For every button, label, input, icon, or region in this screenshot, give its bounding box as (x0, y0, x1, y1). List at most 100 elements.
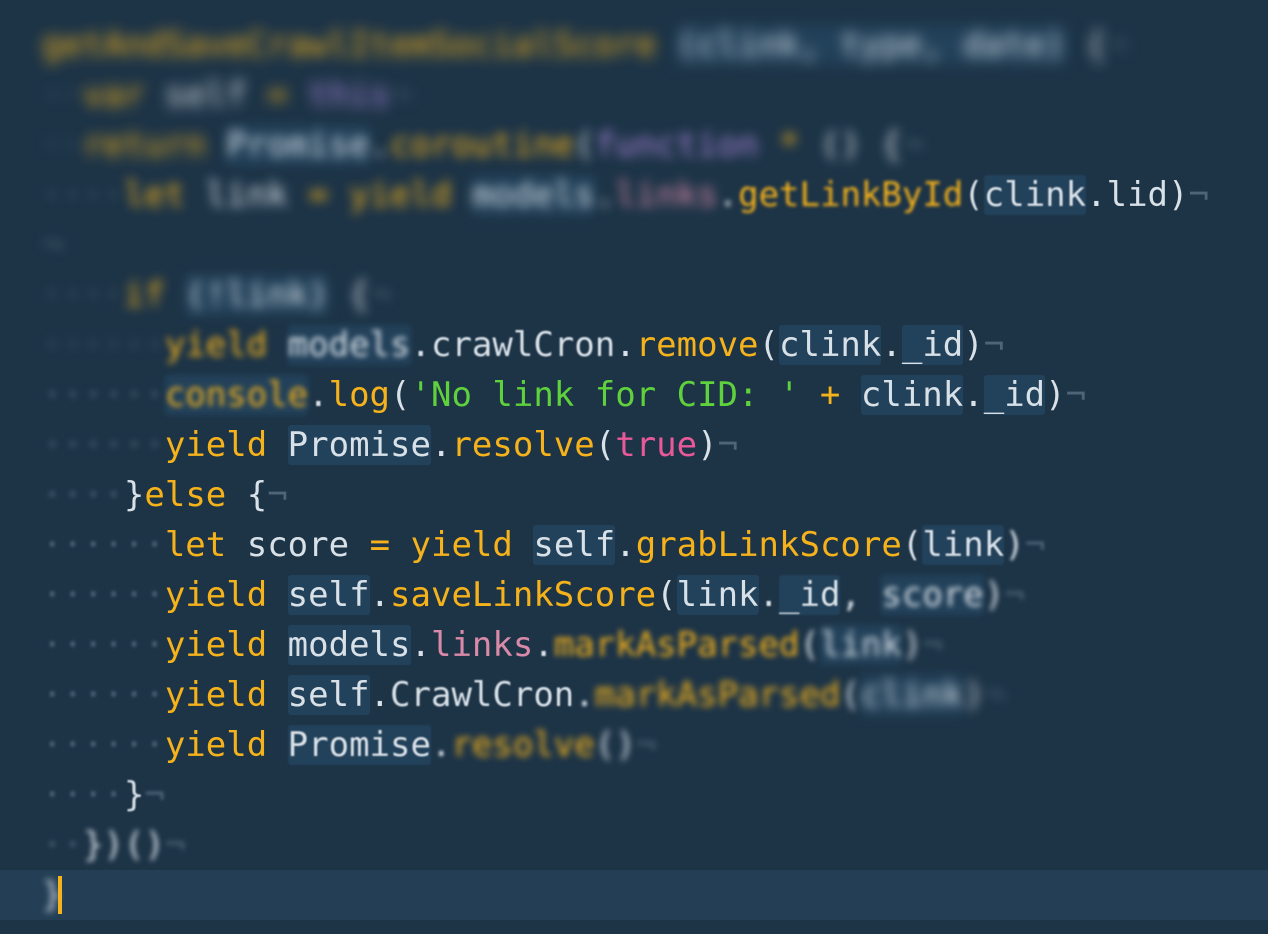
code-token: ( (840, 675, 861, 715)
code-line-text: ······yield models.links.markAsParsed(li… (42, 620, 943, 670)
code-line[interactable]: ··})()¬ (0, 820, 1268, 870)
code-line[interactable]: ······console.log('No link for CID: ' + … (0, 370, 1268, 420)
code-token: getLinkById (738, 175, 964, 215)
code-token: models (471, 175, 595, 215)
code-line[interactable]: ··return Promise.coroutine(function * ()… (0, 120, 1268, 170)
whitespace-marker: ···· (42, 275, 124, 315)
code-token: ( (574, 125, 595, 165)
code-token: let (164, 525, 227, 565)
code-token: ) (1004, 525, 1025, 565)
code-token: if (123, 275, 165, 315)
code-token: ) (1168, 175, 1189, 215)
whitespace-marker: ¬ (390, 75, 411, 115)
whitespace-marker: ·· (42, 825, 83, 865)
code-line[interactable]: ······yield models.links.markAsParsed(li… (0, 620, 1268, 670)
code-token: . (369, 675, 391, 715)
whitespace-marker: ¬ (983, 325, 1005, 365)
whitespace-marker: ······ (42, 525, 165, 565)
code-token: CrawlCron (390, 675, 575, 715)
code-line-current[interactable]: } (0, 870, 1268, 920)
code-editor[interactable]: getAndSaveCrawlItemSocialScore (clink, t… (0, 0, 1268, 934)
code-token: (clink, type, date) (676, 25, 1066, 65)
code-token: })() (82, 825, 165, 865)
code-line[interactable]: ····}¬ (0, 770, 1268, 820)
code-token: let (123, 175, 186, 215)
code-line[interactable]: ······let score = yield self.grabLinkSco… (0, 520, 1268, 570)
code-token: links (615, 175, 718, 215)
code-token: . (1086, 175, 1107, 215)
code-token: 'No link for CID: ' (410, 375, 800, 415)
whitespace-marker: ¬ (922, 625, 943, 665)
code-token: Promise (287, 725, 431, 765)
whitespace-marker: ¬ (983, 675, 1005, 715)
code-line[interactable]: ····}else {¬ (0, 470, 1268, 520)
code-line-text: ······yield Promise.resolve()¬ (42, 720, 656, 770)
whitespace-marker: ······ (42, 575, 165, 615)
whitespace-marker: ¬ (1106, 25, 1127, 65)
code-token: clink (779, 325, 882, 365)
code-line[interactable]: ··var self = this¬ (0, 70, 1268, 120)
code-token: coroutine (390, 125, 575, 165)
code-token: score (246, 525, 350, 565)
code-token: = (246, 75, 309, 115)
code-token: lid (1106, 175, 1169, 215)
code-line[interactable]: ······yield models.crawlCron.remove(clin… (0, 320, 1268, 370)
code-token: var (82, 75, 145, 115)
code-token: _id (901, 325, 964, 365)
code-token: yield (164, 325, 268, 365)
code-token: _id (983, 375, 1046, 415)
code-token: + (799, 375, 861, 415)
code-line[interactable]: ····let link = yield models.links.getLin… (0, 170, 1268, 220)
code-token: ) (963, 675, 984, 715)
code-token: self (287, 575, 370, 615)
code-token: resolve (451, 725, 595, 765)
code-token: saveLinkScore (390, 575, 657, 615)
whitespace-marker: ¬ (144, 775, 165, 815)
whitespace-marker: ¬ (901, 125, 923, 165)
code-token: yield (164, 725, 268, 765)
code-token: log (328, 375, 391, 415)
code-token: link (819, 625, 902, 665)
code-line[interactable]: ······yield self.saveLinkScore(link._id,… (0, 570, 1268, 620)
code-token: ( (799, 625, 820, 665)
code-token: } (123, 775, 145, 815)
code-line[interactable]: getAndSaveCrawlItemSocialScore (clink, t… (0, 20, 1268, 70)
code-token: self (533, 525, 616, 565)
code-token: yield (164, 425, 268, 465)
code-token: . (717, 175, 739, 215)
code-token: . (615, 525, 636, 565)
code-line-text: ··var self = this¬ (42, 70, 411, 120)
code-line[interactable]: ······yield Promise.resolve()¬ (0, 720, 1268, 770)
code-token: else (144, 475, 227, 515)
code-token: } (123, 475, 145, 515)
code-token: ( (758, 325, 780, 365)
code-line-text: ······yield Promise.resolve(true)¬ (42, 420, 738, 470)
code-token: _id (779, 575, 841, 615)
code-token: ) (983, 575, 1005, 615)
code-token: return (82, 125, 206, 165)
code-token: clink (983, 175, 1087, 215)
code-token: ( (963, 175, 984, 215)
code-token: ( (901, 525, 923, 565)
code-line[interactable]: ······yield Promise.resolve(true)¬ (0, 420, 1268, 470)
code-token: . (369, 125, 391, 165)
code-token: link (676, 575, 759, 615)
whitespace-marker: ······ (42, 625, 165, 665)
code-line[interactable]: ¬ (0, 220, 1268, 270)
code-line-text: ··return Promise.coroutine(function * ()… (42, 120, 922, 170)
whitespace-marker: ¬ (164, 825, 186, 865)
code-line[interactable]: ····if (!link) {¬ (0, 270, 1268, 320)
code-token: clink (860, 375, 964, 415)
code-token: score (881, 575, 984, 615)
whitespace-marker: ¬ (1004, 575, 1025, 615)
whitespace-marker: ······ (42, 675, 165, 715)
code-token: . (430, 725, 452, 765)
code-line[interactable]: ······yield self.CrawlCron.markAsParsed(… (0, 670, 1268, 720)
